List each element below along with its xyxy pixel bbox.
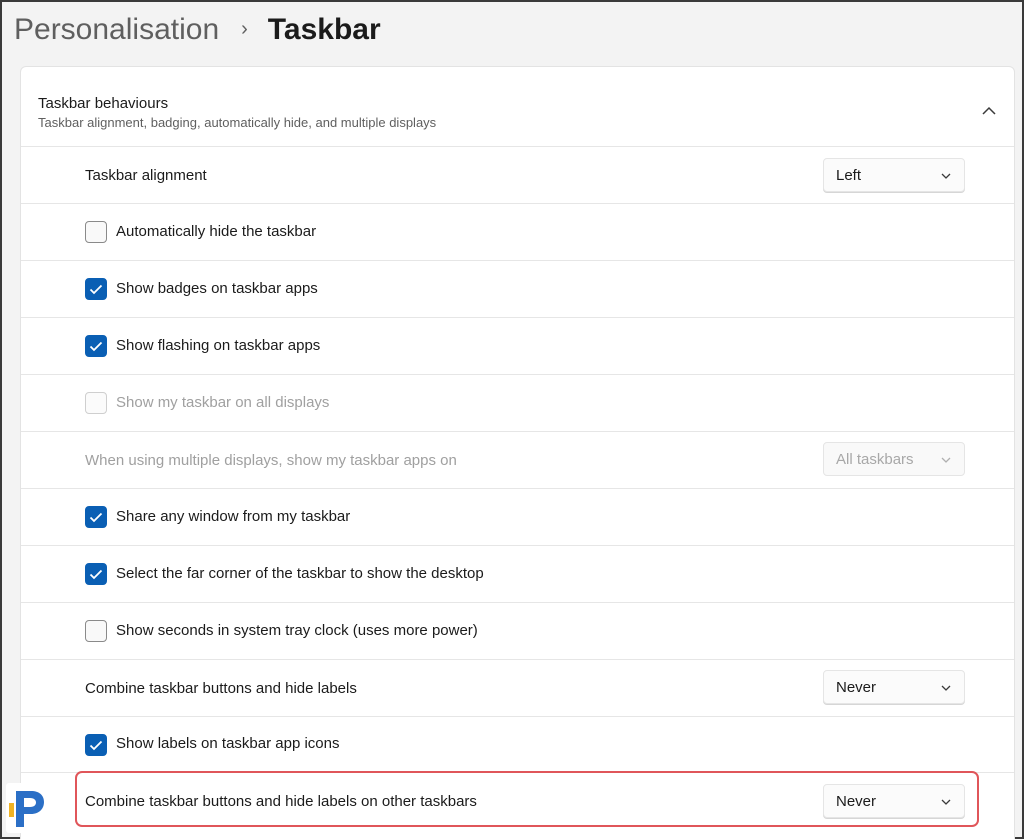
setting-row-share-window: Share any window from my taskbar xyxy=(21,489,1014,546)
checkmark-icon xyxy=(89,569,103,579)
multi-display-apps-value: All taskbars xyxy=(836,451,914,468)
multi-display-apps-dropdown: All taskbars xyxy=(823,442,965,476)
chevron-down-icon xyxy=(941,457,951,463)
highlight-annotation xyxy=(75,771,979,827)
setting-row-combine-buttons: Combine taskbar buttons and hide labels … xyxy=(21,660,1014,717)
alignment-dropdown[interactable]: Left xyxy=(823,158,965,192)
share-window-label[interactable]: Share any window from my taskbar xyxy=(116,508,350,525)
auto-hide-checkbox[interactable] xyxy=(85,221,107,243)
show-labels-checkbox[interactable] xyxy=(85,734,107,756)
badges-label[interactable]: Show badges on taskbar apps xyxy=(116,280,318,297)
checkmark-icon xyxy=(89,341,103,351)
flashing-checkbox[interactable] xyxy=(85,335,107,357)
combine-buttons-dropdown[interactable]: Never xyxy=(823,670,965,704)
section-title: Taskbar behaviours xyxy=(38,95,169,112)
combine-buttons-value: Never xyxy=(836,679,877,696)
setting-row-auto-hide: Automatically hide the taskbar xyxy=(21,204,1014,261)
breadcrumb-separator-icon: › xyxy=(241,17,248,40)
breadcrumb: Personalisation › Taskbar xyxy=(14,8,381,52)
setting-row-flashing: Show flashing on taskbar apps xyxy=(21,318,1014,375)
chevron-up-icon[interactable] xyxy=(978,99,1000,121)
section-subtitle: Taskbar alignment, badging, automaticall… xyxy=(38,115,437,130)
chevron-down-icon xyxy=(941,173,951,179)
all-displays-label: Show my taskbar on all displays xyxy=(116,394,330,411)
checkmark-icon xyxy=(89,284,103,294)
badges-checkbox[interactable] xyxy=(85,278,107,300)
seconds-clock-checkbox[interactable] xyxy=(85,620,107,642)
chevron-down-icon xyxy=(941,685,951,691)
checkmark-icon xyxy=(89,740,103,750)
all-displays-checkbox xyxy=(85,392,107,414)
taskbar-behaviours-panel: Taskbar behaviours Taskbar alignment, ba… xyxy=(20,66,1015,839)
setting-row-alignment: Taskbar alignment Left xyxy=(21,148,1014,204)
seconds-clock-label[interactable]: Show seconds in system tray clock (uses … xyxy=(116,622,478,639)
setting-row-multi-display-apps: When using multiple displays, show my ta… xyxy=(21,432,1014,489)
checkmark-icon xyxy=(89,512,103,522)
alignment-label: Taskbar alignment xyxy=(85,167,207,184)
flashing-label[interactable]: Show flashing on taskbar apps xyxy=(116,337,320,354)
far-corner-label[interactable]: Select the far corner of the taskbar to … xyxy=(116,565,484,582)
setting-row-seconds-clock: Show seconds in system tray clock (uses … xyxy=(21,603,1014,660)
alignment-value: Left xyxy=(836,167,862,184)
show-labels-label[interactable]: Show labels on taskbar app icons xyxy=(116,735,339,752)
share-window-checkbox[interactable] xyxy=(85,506,107,528)
page-title: Taskbar xyxy=(267,13,381,46)
setting-row-all-displays: Show my taskbar on all displays xyxy=(21,375,1014,432)
breadcrumb-parent[interactable]: Personalisation xyxy=(14,13,219,47)
multi-display-apps-label: When using multiple displays, show my ta… xyxy=(85,452,457,469)
taskbar-behaviours-header[interactable]: Taskbar behaviours Taskbar alignment, ba… xyxy=(21,75,1014,147)
brand-logo-icon xyxy=(4,781,50,837)
setting-row-badges: Show badges on taskbar apps xyxy=(21,261,1014,318)
settings-window: Personalisation › Taskbar Taskbar behavi… xyxy=(0,0,1024,839)
auto-hide-label[interactable]: Automatically hide the taskbar xyxy=(116,223,316,240)
combine-buttons-label: Combine taskbar buttons and hide labels xyxy=(85,680,357,697)
setting-row-show-labels: Show labels on taskbar app icons xyxy=(21,717,1014,773)
setting-row-far-corner: Select the far corner of the taskbar to … xyxy=(21,546,1014,603)
far-corner-checkbox[interactable] xyxy=(85,563,107,585)
